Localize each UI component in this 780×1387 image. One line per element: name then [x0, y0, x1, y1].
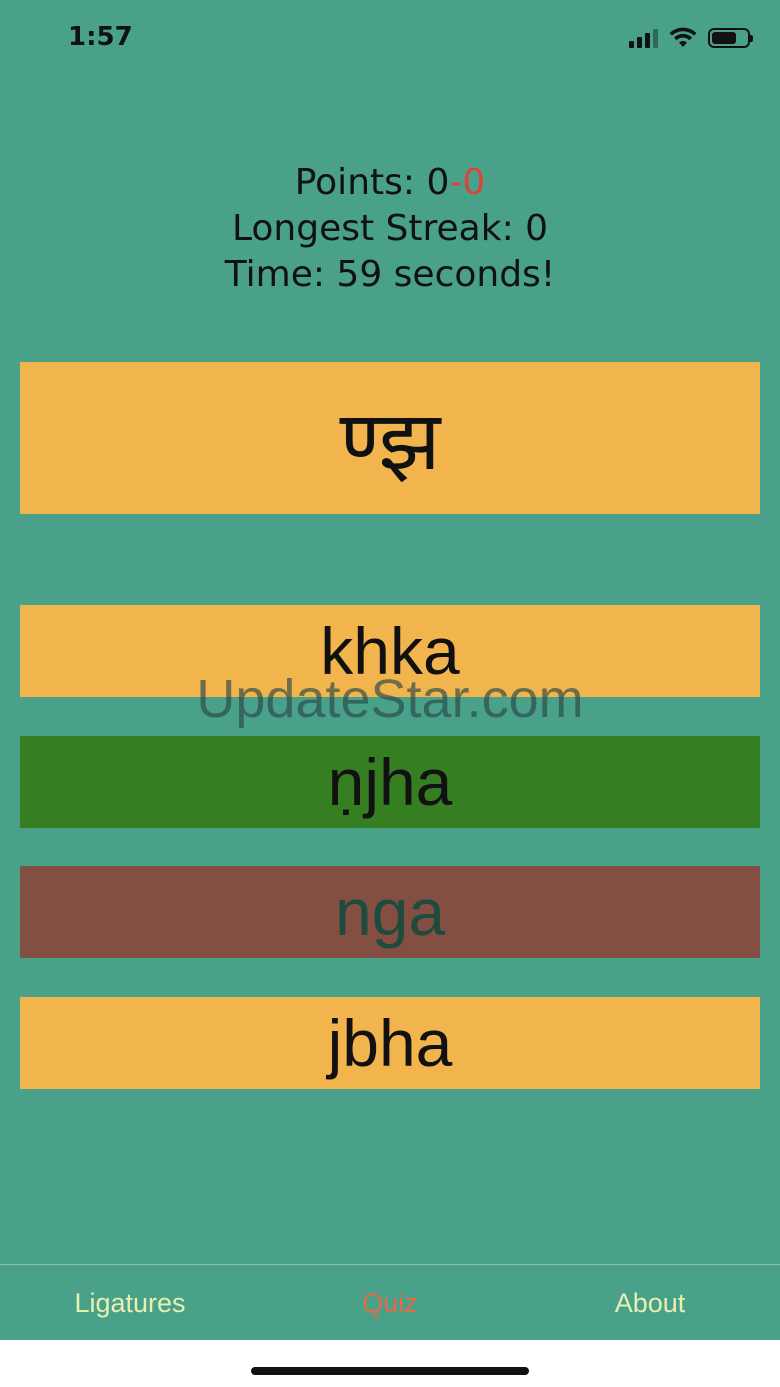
question-card: ण्झ	[20, 362, 760, 514]
wifi-icon	[669, 27, 697, 47]
tab-about[interactable]: About	[520, 1288, 780, 1319]
answer-label: nga	[334, 875, 446, 949]
points-line: Points: 0-0	[0, 160, 780, 206]
signal-icon	[629, 28, 658, 48]
points-label: Points:	[294, 162, 427, 203]
tab-ligatures[interactable]: Ligatures	[0, 1288, 260, 1319]
score-panel: Points: 0-0 Longest Streak: 0 Time: 59 s…	[0, 160, 780, 298]
answer-option-3[interactable]: nga	[20, 866, 760, 958]
status-icons	[629, 26, 753, 50]
quiz-screen: 1:57 Points: 0-0 Longest Streak: 0 Time:…	[0, 0, 780, 1340]
question-glyph: ण्झ	[339, 394, 441, 489]
battery-fill	[712, 32, 736, 44]
time-remaining: Time: 59 seconds!	[224, 254, 556, 295]
tab-bar: Ligatures Quiz About	[0, 1264, 780, 1341]
answer-option-2[interactable]: ṇjha	[20, 736, 760, 828]
answer-option-4[interactable]: jbha	[20, 997, 760, 1089]
battery-icon	[708, 28, 753, 48]
answer-label: khka	[320, 614, 460, 688]
tab-quiz[interactable]: Quiz	[260, 1288, 520, 1319]
home-indicator[interactable]	[251, 1367, 529, 1375]
answer-label: jbha	[327, 1006, 453, 1080]
points-separator: -	[449, 162, 463, 203]
points-wrong: 0	[462, 162, 486, 203]
status-time: 1:57	[68, 22, 133, 52]
longest-streak: Longest Streak: 0	[231, 208, 549, 249]
answer-label: ṇjha	[327, 745, 453, 819]
points-correct: 0	[426, 162, 450, 203]
answer-option-1[interactable]: khka	[20, 605, 760, 697]
